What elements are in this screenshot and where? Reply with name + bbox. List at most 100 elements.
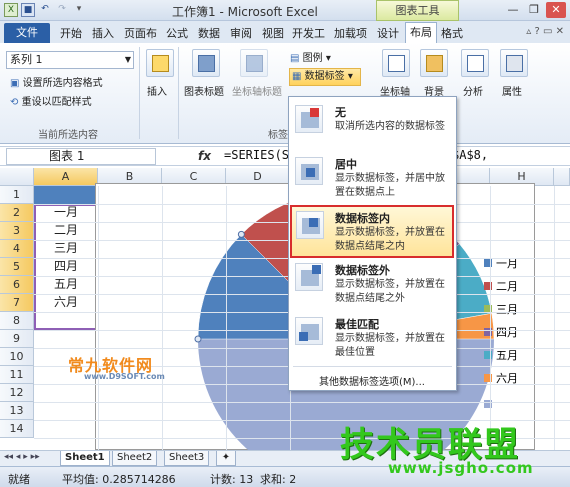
redo-icon[interactable]: ↷ <box>55 3 69 17</box>
gridline <box>98 186 99 450</box>
formula-input[interactable]: =SERIES(S <box>224 148 289 162</box>
save-icon[interactable]: ■ <box>21 3 35 17</box>
row-header[interactable]: 8 <box>0 312 34 330</box>
column-header-i[interactable] <box>554 168 570 186</box>
cell-a3[interactable]: 二月 <box>34 222 98 240</box>
insert-icon[interactable] <box>146 49 174 77</box>
ribbon-tabs: 文件 开始 插入 页面布 公式 数据 审阅 视图 开发工 加载项 设计 布局 格… <box>0 21 570 43</box>
sheet-tab-3[interactable]: Sheet3 <box>164 451 210 466</box>
worksheet-grid[interactable]: A B C D H 1 2 3 4 5 6 7 8 9 10 11 12 13 14 一月 二月 三月 四… <box>0 168 570 450</box>
analysis-button-label[interactable]: 分析 <box>463 83 483 98</box>
insert-sheet-icon[interactable]: ✦ <box>216 451 236 466</box>
customize-qat-icon[interactable]: ▾ <box>72 3 86 17</box>
undo-icon[interactable]: ↶ <box>38 3 52 17</box>
insert-button-label[interactable]: 插入 <box>147 83 167 98</box>
tab-insert[interactable]: 插入 <box>92 25 114 41</box>
tab-addins[interactable]: 加载项 <box>334 25 367 41</box>
legend-button[interactable]: ▤ 图例 ▾ <box>290 49 331 64</box>
tab-design[interactable]: 设计 <box>377 25 399 41</box>
tab-home[interactable]: 开始 <box>60 25 82 41</box>
cell-a2[interactable]: 一月 <box>34 204 98 222</box>
row-header[interactable]: 4 <box>0 240 34 258</box>
group-separator <box>139 47 140 139</box>
data-labels-button[interactable]: ▦ 数据标签 ▾ <box>289 68 361 86</box>
axes-icon[interactable] <box>382 49 410 77</box>
background-icon[interactable] <box>420 49 448 77</box>
row-header[interactable]: 1 <box>0 186 34 204</box>
cell-a7[interactable]: 六月 <box>34 294 98 312</box>
cell-a5[interactable]: 四月 <box>34 258 98 276</box>
row-header[interactable]: 13 <box>0 402 34 420</box>
row-header[interactable]: 6 <box>0 276 34 294</box>
more-data-label-options[interactable]: 其他数据标签选项(M)... <box>319 373 425 388</box>
row-header[interactable]: 14 <box>0 420 34 438</box>
row-header[interactable]: 10 <box>0 348 34 366</box>
data-labels-none-desc: 取消所选内容的数据标签 <box>335 121 445 132</box>
data-labels-option-outside-end[interactable]: 数据标签外 显示数据标签，并放置在数据点结尾之外 <box>289 259 456 311</box>
row-header[interactable]: 5 <box>0 258 34 276</box>
tab-layout[interactable]: 布局 <box>405 22 437 43</box>
tab-view[interactable]: 视图 <box>262 25 284 41</box>
analysis-icon[interactable] <box>461 49 489 77</box>
gridline <box>490 186 491 450</box>
tab-file[interactable]: 文件 <box>4 23 50 43</box>
tab-data[interactable]: 数据 <box>198 25 220 41</box>
minimize-button[interactable]: — <box>503 2 523 18</box>
chart-title-button-label[interactable]: 图表标题 <box>184 83 224 98</box>
sheet-nav-arrows-icon[interactable]: ◂◂ ◂ ▸ ▸▸ <box>4 452 40 462</box>
data-labels-inside-end-icon <box>296 211 324 239</box>
chart-tools-context-label: 图表工具 <box>376 0 459 21</box>
select-all-corner[interactable] <box>0 168 34 186</box>
excel-app-icon[interactable]: X <box>4 3 18 17</box>
format-selection-icon: ▣ <box>10 78 20 89</box>
row-header[interactable]: 2 <box>0 204 34 222</box>
status-count: 计数: 13 <box>210 473 254 486</box>
sheet-tab-1[interactable]: Sheet1 <box>60 451 110 466</box>
selection-handle[interactable] <box>194 335 202 343</box>
data-labels-center-title: 居中 <box>335 158 357 171</box>
format-selection-button[interactable]: ▣ 设置所选内容格式 <box>10 74 103 89</box>
data-labels-option-inside-end[interactable]: 数据标签内 显示数据标签，并放置在数据点结尾之内 <box>290 205 454 258</box>
format-selection-label: 设置所选内容格式 <box>22 78 103 89</box>
chart-title-icon[interactable] <box>192 49 220 77</box>
data-labels-option-center[interactable]: 居中 显示数据标签，并居中放置在数据点上 <box>289 153 456 205</box>
restore-button[interactable]: ❐ <box>524 2 544 18</box>
data-labels-best-fit-icon <box>295 317 323 345</box>
close-button[interactable]: ✕ <box>546 2 566 18</box>
data-labels-outside-end-icon <box>295 263 323 291</box>
row-header[interactable]: 9 <box>0 330 34 348</box>
group-current-selection-label: 当前所选内容 <box>38 130 98 141</box>
cell-a6[interactable]: 五月 <box>34 276 98 294</box>
cell-a4[interactable]: 三月 <box>34 240 98 258</box>
formula-input-tail: $A$8, <box>452 148 489 162</box>
axis-title-button-label[interactable]: 坐标轴标题 <box>232 83 282 98</box>
selection-handle[interactable] <box>237 230 245 238</box>
axis-title-icon[interactable] <box>240 49 268 77</box>
chart-elements-combo-value: 系列 1 <box>10 53 43 66</box>
data-labels-dropdown[interactable]: 无 取消所选内容的数据标签 居中 显示数据标签，并居中放置在数据点上 数据标签内… <box>288 96 457 391</box>
row-header[interactable]: 11 <box>0 366 34 384</box>
tab-review[interactable]: 审阅 <box>230 25 252 41</box>
data-labels-best-fit-desc: 显示数据标签，并放置在最佳位置 <box>335 333 445 358</box>
column-header-a[interactable]: A <box>34 168 98 186</box>
row-header[interactable]: 7 <box>0 294 34 312</box>
tab-formulas[interactable]: 公式 <box>166 25 188 41</box>
row-header[interactable]: 12 <box>0 384 34 402</box>
name-box[interactable]: 图表 1 <box>6 148 156 165</box>
help-icon[interactable]: ▵ ? ▭ ✕ <box>526 26 564 37</box>
chart-elements-combo[interactable]: 系列 1 ▼ <box>6 51 134 69</box>
properties-icon[interactable] <box>500 49 528 77</box>
data-labels-best-fit-title: 最佳匹配 <box>335 318 379 331</box>
tab-page-layout[interactable]: 页面布 <box>124 25 157 41</box>
chevron-down-icon: ▼ <box>124 55 131 64</box>
data-labels-option-best-fit[interactable]: 最佳匹配 显示数据标签，并放置在最佳位置 <box>289 313 456 365</box>
row-header[interactable]: 3 <box>0 222 34 240</box>
insert-function-icon[interactable]: fx <box>198 149 211 163</box>
tab-developer[interactable]: 开发工 <box>292 25 325 41</box>
cell-a1[interactable] <box>34 186 98 204</box>
properties-button-label[interactable]: 属性 <box>502 83 522 98</box>
reset-style-button[interactable]: ⟲ 重设以匹配样式 <box>10 93 92 108</box>
tab-format[interactable]: 格式 <box>441 25 463 41</box>
sheet-tab-2[interactable]: Sheet2 <box>112 451 158 466</box>
data-labels-option-none[interactable]: 无 取消所选内容的数据标签 <box>289 101 456 153</box>
